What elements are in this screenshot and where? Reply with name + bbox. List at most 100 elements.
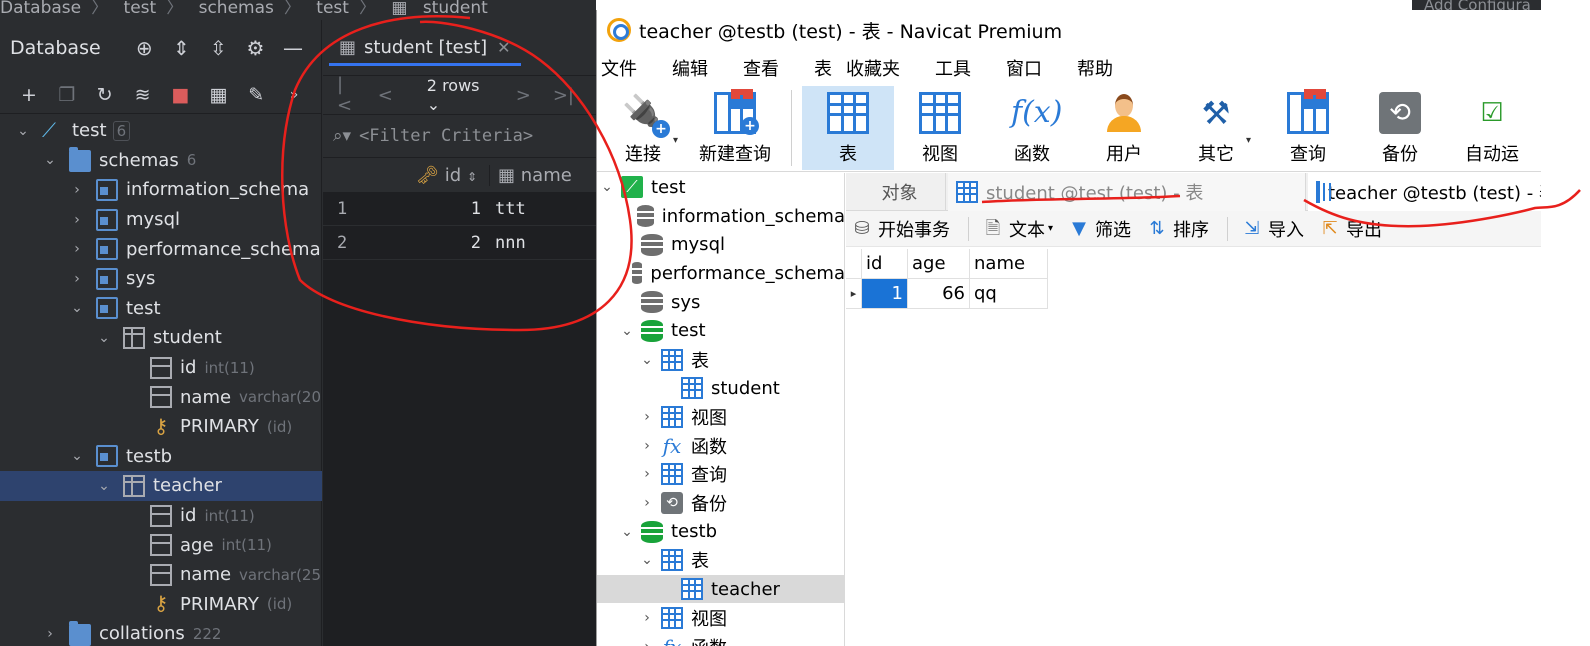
- tree-item[interactable]: › 查询: [597, 460, 844, 489]
- chevron-right-icon[interactable]: ›: [639, 466, 655, 482]
- tree-item[interactable]: › performance_schema: [0, 234, 322, 264]
- toolbar-button[interactable]: f(x) 函数: [986, 86, 1078, 170]
- sort-button[interactable]: ⇅ 排序: [1147, 216, 1209, 242]
- more-icon[interactable]: »: [283, 84, 305, 106]
- tree-item[interactable]: performance_schema: [597, 259, 844, 288]
- tree-item[interactable]: ⌄ 表: [597, 345, 844, 374]
- chevron-down-icon[interactable]: ⌄: [97, 330, 111, 346]
- table-row[interactable]: 2 2 nnn: [323, 226, 596, 260]
- tree-item[interactable]: sys: [597, 288, 844, 317]
- chevron-right-icon[interactable]: ›: [43, 626, 57, 642]
- tree-item[interactable]: teacher: [597, 574, 844, 604]
- tree-item[interactable]: ⌄ ⟋ test: [597, 173, 844, 202]
- toolbar-button[interactable]: 视图: [894, 86, 986, 170]
- cell-age[interactable]: 66: [908, 279, 970, 309]
- breadcrumb-item[interactable]: test: [124, 0, 157, 18]
- tree-item[interactable]: information_schema: [597, 202, 844, 231]
- menu-item[interactable]: 查看: [743, 55, 779, 81]
- edit-icon[interactable]: ✎: [245, 84, 267, 106]
- tree-item[interactable]: ⚷ PRIMARY (id): [0, 590, 322, 620]
- filter-input[interactable]: <Filter Criteria>: [359, 126, 533, 146]
- row-count-selector[interactable]: 2 rows ⌄: [427, 76, 490, 114]
- menu-item[interactable]: 帮助: [1077, 55, 1113, 81]
- sort-icon[interactable]: ⇕: [467, 170, 477, 184]
- menu-item[interactable]: 收藏夹: [846, 55, 900, 81]
- breadcrumb-item[interactable]: test: [316, 0, 349, 18]
- cell-id[interactable]: 2: [359, 233, 489, 253]
- menu-item[interactable]: 编辑: [672, 55, 708, 81]
- chevron-down-icon[interactable]: ⌄: [43, 152, 57, 168]
- last-page-icon[interactable]: >|: [553, 85, 574, 106]
- tree-item[interactable]: age int(11): [0, 530, 322, 560]
- column-header-name[interactable]: ▦ name: [489, 164, 589, 186]
- tree-item[interactable]: ⌄ ⟋ test 6: [0, 116, 322, 146]
- gear-icon[interactable]: ⚙: [246, 38, 265, 58]
- cell-name[interactable]: ttt: [489, 199, 589, 219]
- column-header-age[interactable]: age: [908, 249, 970, 279]
- cell-id[interactable]: 1: [359, 199, 489, 219]
- text-button[interactable]: 🗎 文本 ▾: [983, 216, 1053, 242]
- chevron-down-icon[interactable]: ⌄: [619, 524, 635, 540]
- menu-item[interactable]: 表: [814, 55, 832, 81]
- tree-item[interactable]: › 视图: [597, 403, 844, 432]
- toolbar-button[interactable]: ⟲ 备份: [1354, 86, 1446, 170]
- table-row[interactable]: ▸ 1 66 qq: [846, 279, 1048, 309]
- chevron-down-icon[interactable]: ⌄: [70, 300, 84, 316]
- chevron-down-icon[interactable]: ⌄: [599, 179, 615, 195]
- toolbar-button[interactable]: 用户: [1078, 86, 1170, 170]
- toolbar-button[interactable]: ⚒ ▾ 其它: [1170, 86, 1262, 170]
- tree-item[interactable]: ⌄ testb: [597, 517, 844, 546]
- breadcrumb-item[interactable]: student: [423, 0, 488, 18]
- schema-filter-icon[interactable]: ≋: [132, 84, 154, 106]
- chevron-right-icon[interactable]: ›: [639, 639, 655, 646]
- toolbar-button[interactable]: ☑ 自动运: [1446, 86, 1538, 170]
- tab-teacher-table[interactable]: teacher @testb (test) - 表: [1308, 173, 1557, 211]
- stop-icon[interactable]: ■: [170, 84, 192, 106]
- tree-item[interactable]: ⌄ student: [0, 323, 322, 353]
- chevron-down-icon[interactable]: ⌄: [639, 352, 655, 368]
- tree-item[interactable]: ⌄ teacher: [0, 471, 322, 501]
- tree-item[interactable]: name varchar(20: [0, 382, 322, 412]
- tree-item[interactable]: › fx 函数: [597, 431, 844, 460]
- tree-item[interactable]: ⌄ testb: [0, 442, 322, 472]
- import-button[interactable]: ⇲ 导入: [1242, 216, 1304, 242]
- tree-item[interactable]: › collations 222: [0, 619, 322, 646]
- cell-name[interactable]: nnn: [489, 233, 589, 253]
- table-view-icon[interactable]: ▦: [207, 84, 229, 106]
- toolbar-button[interactable]: 🔌 + ▾ 连接: [597, 86, 689, 170]
- tree-item[interactable]: ⌄ 表: [597, 546, 844, 575]
- add-icon[interactable]: +: [18, 84, 40, 106]
- tab-student-table[interactable]: student @test (test) - 表: [948, 173, 1306, 211]
- previous-page-icon[interactable]: <: [378, 85, 393, 106]
- tree-item[interactable]: › sys: [0, 264, 322, 294]
- refresh-icon[interactable]: ↻: [94, 84, 116, 106]
- tree-item[interactable]: ⌄ test: [0, 294, 322, 324]
- toolbar-button[interactable]: + 新建查询: [689, 86, 781, 170]
- column-header-id[interactable]: 🗝 id ⇕: [323, 165, 489, 186]
- dropdown-icon[interactable]: ▾: [673, 120, 678, 162]
- chevron-down-icon[interactable]: ⌄: [70, 448, 84, 464]
- dropdown-icon[interactable]: ▾: [1246, 120, 1251, 162]
- chevron-down-icon[interactable]: ⌄: [16, 123, 30, 139]
- tree-item[interactable]: ⌄ schemas 6: [0, 146, 322, 176]
- chevron-right-icon[interactable]: ›: [70, 182, 84, 198]
- export-button[interactable]: ⇱ 导出: [1320, 216, 1382, 242]
- tree-item[interactable]: ⚷ PRIMARY (id): [0, 412, 322, 442]
- chevron-right-icon[interactable]: ›: [70, 271, 84, 287]
- chevron-down-icon[interactable]: ⌄: [97, 478, 111, 494]
- breadcrumb-item[interactable]: Database: [0, 0, 81, 18]
- tree-item[interactable]: mysql: [597, 230, 844, 259]
- chevron-right-icon[interactable]: ›: [639, 495, 655, 511]
- breadcrumb-item[interactable]: schemas: [199, 0, 274, 18]
- collapse-all-icon[interactable]: ⇳: [209, 38, 228, 58]
- tree-item[interactable]: ⌄ test: [597, 317, 844, 346]
- tree-item[interactable]: › ⟲ 备份: [597, 489, 844, 518]
- tree-item[interactable]: student: [597, 374, 844, 403]
- toolbar-button[interactable]: 表: [802, 86, 894, 170]
- tree-item[interactable]: name varchar(25: [0, 560, 322, 590]
- column-header-name[interactable]: name: [970, 249, 1048, 279]
- chevron-right-icon[interactable]: ›: [639, 610, 655, 626]
- toolbar-button[interactable]: 查询: [1262, 86, 1354, 170]
- copy-icon[interactable]: ❐: [56, 84, 78, 106]
- column-header-id[interactable]: id: [862, 249, 908, 279]
